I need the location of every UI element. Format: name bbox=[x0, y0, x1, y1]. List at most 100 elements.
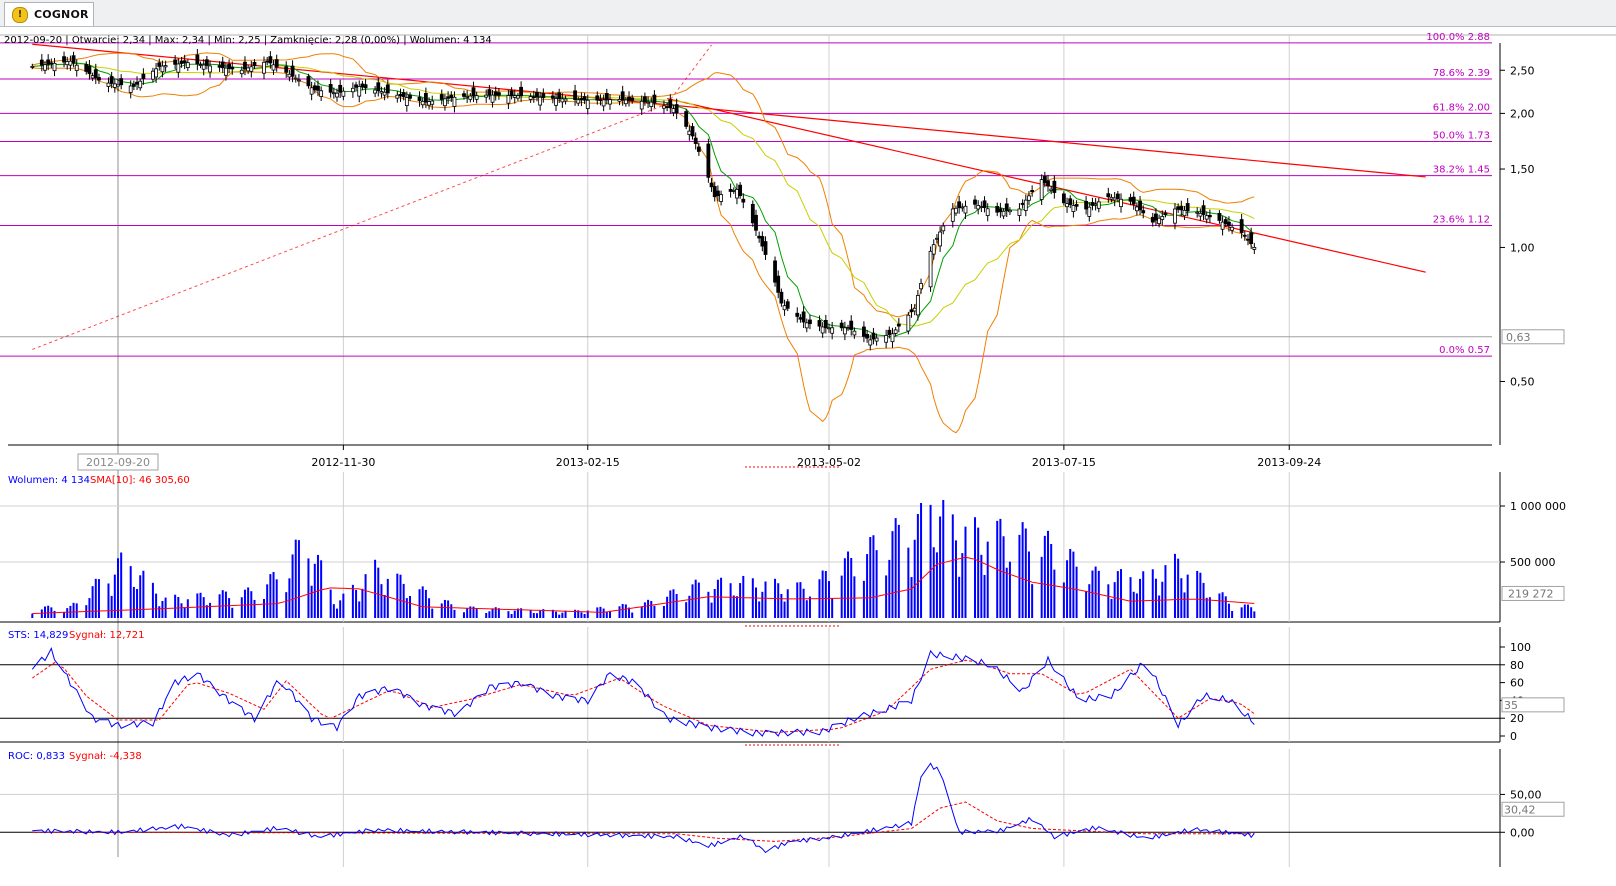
sts-signal-title: Sygnał: 12,721 bbox=[69, 630, 144, 641]
candle-body bbox=[109, 76, 114, 84]
candle-body bbox=[995, 206, 1000, 213]
candle-body bbox=[938, 231, 942, 247]
fib-level-label: 50.0% 1.73 bbox=[1433, 130, 1490, 141]
candle-body bbox=[776, 275, 781, 293]
candle-body bbox=[309, 87, 314, 95]
candle-body bbox=[243, 61, 247, 70]
candle-body bbox=[1223, 219, 1228, 225]
candle-body bbox=[179, 60, 184, 64]
candle-body bbox=[39, 59, 44, 66]
candle-body bbox=[1131, 196, 1136, 205]
candle-body bbox=[617, 99, 622, 102]
candle-body bbox=[950, 208, 955, 222]
warning-icon: ! bbox=[12, 6, 28, 23]
candle-body bbox=[709, 182, 714, 188]
candle-body bbox=[423, 92, 428, 103]
candle-body bbox=[246, 67, 251, 72]
sts-y-tick-label: 60 bbox=[1510, 677, 1524, 690]
candle-body bbox=[1185, 203, 1190, 212]
candle-body bbox=[941, 225, 946, 232]
sts-panel[interactable]: 100806040200STS: 14,829Sygnał: 12,72135 bbox=[0, 627, 1565, 746]
candle-body bbox=[874, 337, 879, 342]
price-y-tick-label: 2,50 bbox=[1510, 64, 1535, 77]
candle-body bbox=[1084, 201, 1089, 210]
candle-body bbox=[506, 95, 511, 104]
fib-level-label: 0.0% 0.57 bbox=[1439, 345, 1490, 356]
candle-body bbox=[884, 335, 889, 343]
candle-body bbox=[557, 92, 562, 100]
candle-body bbox=[604, 93, 609, 101]
candle-body bbox=[119, 78, 124, 86]
trendline bbox=[666, 44, 712, 105]
candle-body bbox=[265, 60, 270, 63]
candle-body bbox=[46, 59, 51, 65]
candle-body bbox=[716, 190, 720, 197]
candle-body bbox=[1096, 201, 1101, 209]
candle-body bbox=[1163, 212, 1168, 215]
candle-body bbox=[1020, 202, 1025, 205]
candle-body bbox=[417, 96, 422, 101]
fib-level-label: 61.8% 2.00 bbox=[1433, 102, 1490, 113]
candle-body bbox=[785, 301, 790, 309]
candle-body bbox=[754, 214, 758, 231]
candle-body bbox=[62, 56, 66, 63]
candle-body bbox=[135, 81, 139, 85]
candle-body bbox=[687, 130, 692, 136]
candle-body bbox=[1042, 175, 1047, 184]
candle-body bbox=[646, 101, 650, 104]
candle-body bbox=[576, 99, 581, 104]
candle-body bbox=[649, 101, 654, 107]
candle-body bbox=[963, 205, 968, 214]
candle-body bbox=[560, 98, 565, 103]
roc-panel[interactable]: 50,00 0,00 ROC: 0,833 Sygnał: -4,338 30,42 bbox=[0, 749, 1565, 867]
candle-body bbox=[509, 90, 514, 96]
roc-title: ROC: 0,833 bbox=[8, 751, 65, 762]
candle-body bbox=[350, 87, 355, 93]
candle-body bbox=[598, 99, 603, 101]
volume-panel[interactable]: 1 000 000 500 000 Wolumen: 4 134 SMA[10]: 4… bbox=[0, 472, 1566, 627]
candle-body bbox=[1157, 217, 1162, 225]
candle-body bbox=[224, 67, 228, 76]
candle-body bbox=[382, 91, 387, 96]
candle-body bbox=[43, 64, 47, 71]
candle-body bbox=[643, 96, 647, 102]
candle-body bbox=[398, 93, 403, 97]
sts-title: STS: 14,829 bbox=[8, 630, 68, 641]
candle-body bbox=[106, 82, 111, 87]
candle-body bbox=[341, 90, 346, 97]
candle-body bbox=[112, 83, 117, 88]
candle-body bbox=[890, 333, 895, 343]
candle-body bbox=[719, 194, 723, 202]
stock-chart[interactable]: 100.0% 2.88 78.6% 2.39 61.8% 2.00 50.0% 1.7… bbox=[0, 27, 1616, 886]
candle-body bbox=[712, 186, 717, 198]
candle-body bbox=[528, 96, 533, 100]
tab-cognor[interactable]: ! COGNOR bbox=[4, 2, 94, 26]
sts-last-value-label: 35 bbox=[1504, 699, 1518, 712]
candle-body bbox=[1106, 193, 1111, 198]
candle-body bbox=[931, 244, 936, 255]
candle-body bbox=[1220, 221, 1225, 230]
candle-body bbox=[297, 79, 301, 82]
candle-body bbox=[757, 235, 762, 239]
candle-body bbox=[827, 327, 831, 330]
candle-body bbox=[798, 317, 803, 320]
fib-level-label: 38.2% 1.45 bbox=[1433, 165, 1490, 176]
candle-body bbox=[157, 62, 162, 67]
candle-body bbox=[90, 75, 95, 79]
candle-body bbox=[627, 96, 631, 101]
candle-body bbox=[1039, 179, 1044, 200]
candle-body bbox=[97, 77, 101, 81]
candle-body bbox=[395, 94, 400, 99]
candle-body bbox=[1141, 210, 1146, 214]
candle-body bbox=[728, 189, 733, 192]
candle-body bbox=[1252, 247, 1257, 250]
candle-body bbox=[1207, 215, 1212, 218]
candle-body bbox=[957, 201, 962, 209]
candle-body bbox=[198, 64, 203, 66]
candle-body bbox=[674, 104, 679, 114]
candle-body bbox=[849, 320, 854, 330]
sts-y-tick-label: 20 bbox=[1510, 712, 1524, 725]
candle-body bbox=[87, 65, 92, 74]
candle-body bbox=[1134, 206, 1139, 212]
price-panel[interactable]: 100.0% 2.88 78.6% 2.39 61.8% 2.00 50.0% 1.7… bbox=[0, 32, 1616, 857]
